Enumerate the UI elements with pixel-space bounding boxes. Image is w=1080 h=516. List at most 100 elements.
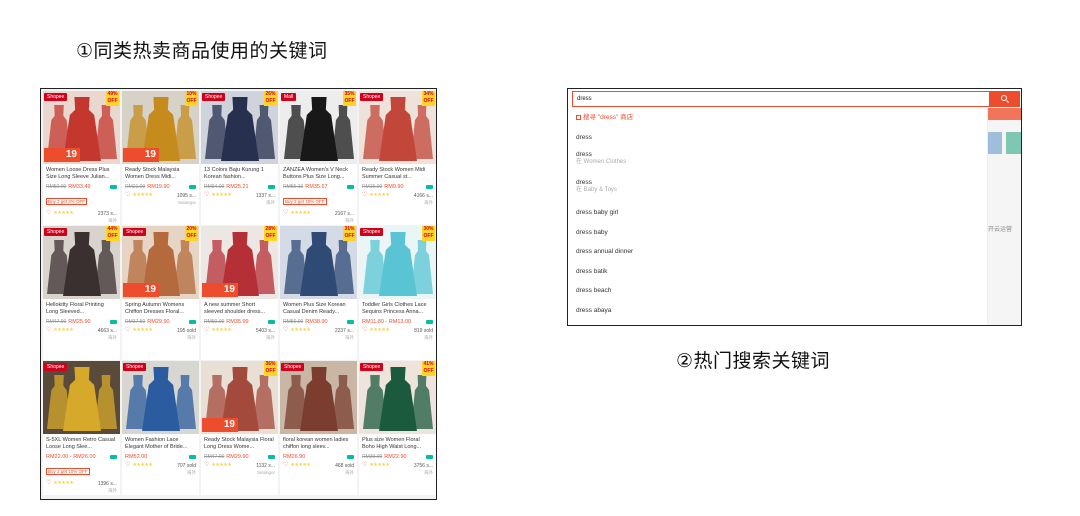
product-card[interactable]: Mall 35% OFF ZANZEA Women's V Neck Buttons… [280,91,357,225]
background-banner [988,108,1021,120]
product-image[interactable]: Shopee 44% OFF [43,226,120,299]
suggestion-text: dress [576,133,592,141]
product-image[interactable]: Shopee [280,361,357,434]
product-image[interactable]: Shopee 26% OFF [201,91,278,164]
product-image[interactable]: Shopee 49% OFF 19 [43,91,120,164]
product-card[interactable]: Shopee 41% OFF Plus size Women Floral Boho… [359,361,436,495]
ship-location: 海外 [187,470,196,475]
mall-badge: Shopee [123,363,147,371]
search-suggestion[interactable]: dress [572,128,987,148]
product-title[interactable]: Ready Stock Malaysia Women Dress Midi... [125,167,196,180]
stats-row: ♡ ★★★★★ 5403 s... [204,327,275,334]
suggestion-text: dress beach [576,287,612,294]
search-suggestion[interactable]: dress baby [572,223,987,243]
product-card[interactable]: Shopee 34% OFF Ready Stock Women Midi Summ… [359,91,436,225]
search-suggestion[interactable]: dress 在 Baby & Toys [572,175,987,203]
product-title[interactable]: 13 Colors Baju Kurung 1 Korean fashion..… [204,167,275,180]
search-suggestion[interactable]: dress 在 Women Clothes [572,147,987,175]
product-image[interactable]: Shopee 41% OFF [359,361,436,434]
product-title[interactable]: Toddler Girls Clothes Lace Sequins Princ… [362,302,433,315]
heart-icon[interactable]: ♡ [204,192,209,199]
product-card[interactable]: 36% OFF 19 Ready Stock Malaysia Floral Lon… [201,361,278,495]
product-image[interactable]: Shopee [122,361,199,434]
mall-badge: Shopee [360,363,384,371]
heart-icon[interactable]: ♡ [283,327,288,334]
product-card[interactable]: Shopee 20% OFF 19 Spring Autumn Womens Chif… [122,226,199,360]
product-image[interactable]: Shopee 30% OFF [359,226,436,299]
mall-badge: Shopee [44,228,68,236]
product-card[interactable]: Shopee Women Fashion Lace Elegant Mother … [122,361,199,495]
product-title[interactable]: Women Plus Size Korean Casual Denim Read… [283,302,354,315]
search-shops-suggestion[interactable]: 搜寻 "dress" 商店 [572,108,987,128]
product-image[interactable]: 10% OFF 19 [122,91,199,164]
sold-count: 3756 s... [413,462,433,469]
product-image[interactable]: Mall 35% OFF [280,91,357,164]
product-grid-screenshot: Shopee 49% OFF 19 Women Loose Dress Plus Si… [40,88,437,500]
product-card[interactable]: Shopee 30% OFF Toddler Girls Clothes Lace … [359,226,436,360]
product-title[interactable]: Women Fashion Lace Elegant Mother of Bri… [125,437,196,450]
product-title[interactable]: Spring Autumn Womens Chiffon Dresses Flo… [125,302,196,315]
heart-icon[interactable]: ♡ [125,327,130,334]
product-card[interactable]: Shopee 44% OFF Hellokitty Floral Printing … [43,226,120,360]
search-input[interactable]: dress [572,91,990,107]
search-suggestion[interactable]: dress baby girl [572,203,987,223]
background-text: 开云运营 [988,227,1013,233]
product-card[interactable]: 28% OFF 19 A new summer Short sleeved shou… [201,226,278,360]
product-card[interactable]: Shopee S-5XL Women Retro Casual Loose Lon… [43,361,120,495]
sale-badge: 19 [123,283,159,297]
heart-icon[interactable]: ♡ [362,462,367,469]
rating-stars-icon: ★★★★★ [369,192,390,198]
original-price: RM15.00 [362,183,383,190]
heart-icon[interactable]: ♡ [125,192,130,199]
product-card[interactable]: Shopee 49% OFF 19 Women Loose Dress Plus Si… [43,91,120,225]
heart-icon[interactable]: ♡ [46,210,51,217]
stats-row: ♡ ★★★★★ 195 sold [125,327,196,334]
product-title[interactable]: Ready Stock Malaysia Floral Long Dress W… [204,437,275,450]
free-shipping-icon [268,319,275,324]
sale-price: RM38.90 [305,318,328,325]
product-image[interactable]: Shopee 34% OFF [359,91,436,164]
product-title[interactable]: S-5XL Women Retro Casual Loose Long Slee… [46,437,117,450]
product-title[interactable]: floral korean women ladies chiffon long … [283,437,354,450]
suggestion-category: 在 Baby & Toys [576,186,617,193]
heart-icon[interactable]: ♡ [125,462,130,469]
product-image[interactable]: 36% OFF 19 [201,361,278,434]
heart-icon[interactable]: ♡ [362,327,367,334]
heart-icon[interactable]: ♡ [283,462,288,469]
price-row: RM37.50 RM29.90 [125,318,196,325]
product-image[interactable]: Shopee [43,361,120,434]
original-price: RM39.00 [362,453,383,460]
sold-count: 707 sold [177,462,196,469]
search-suggestion[interactable]: dress batik [572,262,987,282]
heart-icon[interactable]: ♡ [204,462,209,469]
sale-price: RM35.67 [305,183,328,190]
ship-location: 海外 [108,488,117,493]
discount-badge: 34% OFF [422,91,435,106]
sale-badge: 19 [44,148,80,162]
product-title[interactable]: A new summer Short sleeved shoulder dres… [204,302,275,315]
product-image[interactable]: Shopee 20% OFF 19 [122,226,199,299]
heart-icon[interactable]: ♡ [46,480,51,487]
search-suggestion[interactable]: dress annual dinner [572,242,987,262]
product-card[interactable]: Shopee floral korean women ladies chiffon… [280,361,357,495]
product-title[interactable]: Ready Stock Women Midi Summer Casual st.… [362,167,433,180]
product-image[interactable]: 31% OFF [280,226,357,299]
product-card[interactable]: 10% OFF 19 Ready Stock Malaysia Women Dres… [122,91,199,225]
stats-row: ♡ ★★★★★ 707 sold [125,462,196,469]
search-button[interactable] [990,91,1020,107]
product-card[interactable]: 31% OFF Women Plus Size Korean Casual Den… [280,226,357,360]
original-price: RM34.00 [204,183,225,190]
product-title[interactable]: ZANZEA Women's V Neck Buttons Plus Size … [283,167,354,180]
product-title[interactable]: Women Loose Dress Plus Size Long Sleeve … [46,167,117,180]
product-image[interactable]: 28% OFF 19 [201,226,278,299]
search-suggestion[interactable]: dress beach [572,281,987,301]
product-card[interactable]: Shopee 26% OFF 13 Colors Baju Kurung 1 Kor… [201,91,278,225]
search-suggestion[interactable]: dress abaya [572,301,987,321]
product-title[interactable]: Plus size Women Floral Boho High Waist L… [362,437,433,450]
mall-badge: Shopee [202,93,226,101]
heart-icon[interactable]: ♡ [46,327,51,334]
heart-icon[interactable]: ♡ [204,327,209,334]
heart-icon[interactable]: ♡ [362,192,367,199]
product-title[interactable]: Hellokitty Floral Printing Long Sleeved.… [46,302,117,315]
heart-icon[interactable]: ♡ [283,210,288,217]
